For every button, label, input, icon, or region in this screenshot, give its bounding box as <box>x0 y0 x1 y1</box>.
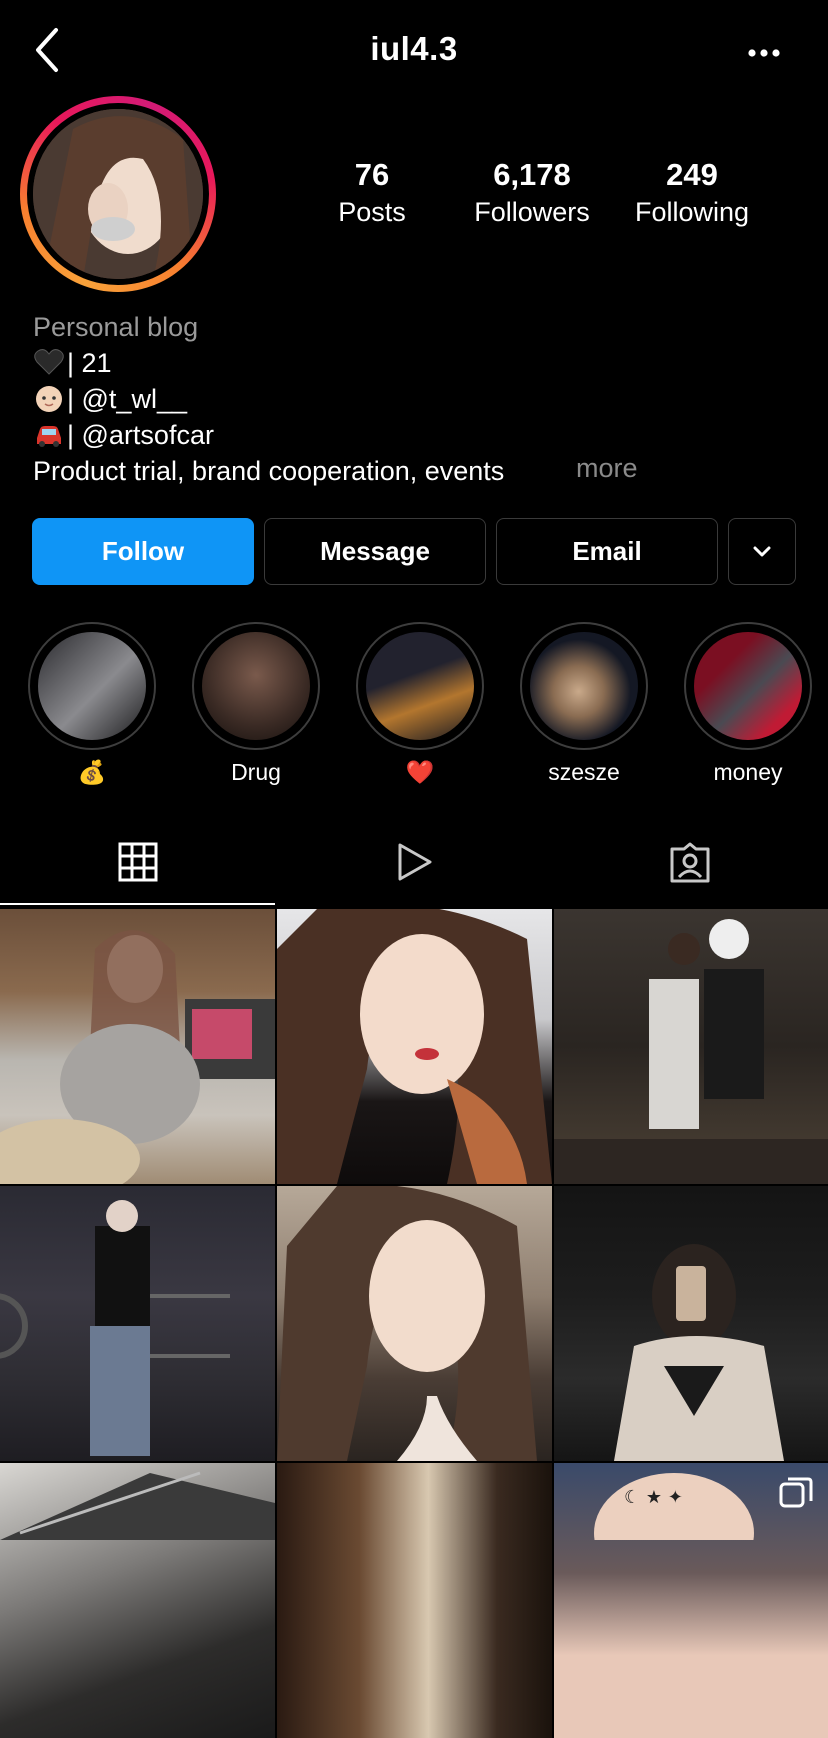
post-5[interactable] <box>277 1186 552 1461</box>
post-1[interactable] <box>0 909 275 1184</box>
highlight-1-label: 💰 <box>77 759 107 785</box>
more-options-button[interactable] <box>744 38 784 68</box>
highlight-2-label: Drug <box>231 759 281 785</box>
svg-text:☾ ★ ✦: ☾ ★ ✦ <box>624 1487 683 1508</box>
highlight-4-label: szesze <box>548 759 620 785</box>
following-stat[interactable]: 249 Following <box>617 156 767 230</box>
baby-face-icon <box>36 386 62 412</box>
highlight-3[interactable] <box>356 622 484 750</box>
bio-line-partner: | @t_wl__ <box>33 381 187 417</box>
post-4-photo <box>0 1200 230 1456</box>
post-9[interactable]: ☾ ★ ✦ <box>554 1463 828 1738</box>
message-button[interactable]: Message <box>264 518 486 585</box>
post-5-photo <box>277 1186 537 1461</box>
highlight-3-label: ❤️ <box>405 759 435 785</box>
highlight-5-label: money <box>713 759 783 785</box>
highlight-4-cover <box>530 632 638 740</box>
bio-description: Product trial, brand cooperation, events <box>33 456 505 486</box>
tagged-person-icon <box>670 842 710 883</box>
tab-reels[interactable] <box>394 841 434 888</box>
email-button[interactable]: Email <box>496 518 718 585</box>
followers-stat[interactable]: 6,178 Followers <box>457 156 607 230</box>
highlight-4[interactable] <box>520 622 648 750</box>
post-6-photo <box>614 1244 784 1461</box>
post-3[interactable] <box>554 909 828 1184</box>
highlight-1[interactable] <box>28 622 156 750</box>
chevron-down-icon <box>753 546 771 556</box>
active-tab-indicator <box>0 903 275 905</box>
bio-line-age: | 21 <box>33 345 112 381</box>
follow-button[interactable]: Follow <box>32 518 254 585</box>
avatar-photo <box>33 109 203 279</box>
multiple-photos-icon <box>779 1477 813 1508</box>
more-horizontal-icon <box>748 49 780 57</box>
bio-more-link[interactable]: more <box>576 453 638 484</box>
highlight-5-cover <box>694 632 802 740</box>
highlight-2-cover <box>202 632 310 740</box>
highlight-2[interactable] <box>192 622 320 750</box>
post-7-photo <box>0 1471 275 1540</box>
post-8[interactable] <box>277 1463 552 1738</box>
bio-category: Personal blog <box>33 312 199 342</box>
post-7[interactable] <box>0 1463 275 1738</box>
profile-avatar[interactable] <box>33 109 203 279</box>
tab-posts-grid[interactable] <box>118 842 158 887</box>
play-icon <box>398 843 432 881</box>
post-4[interactable] <box>0 1186 275 1461</box>
post-1-photo <box>0 930 275 1184</box>
posts-stat[interactable]: 76 Posts <box>297 156 447 230</box>
car-icon <box>37 426 61 447</box>
post-2-photo <box>277 909 552 1184</box>
grid-icon <box>118 842 158 882</box>
tab-tagged[interactable] <box>668 841 712 890</box>
highlight-5[interactable] <box>684 622 812 750</box>
post-3-photo <box>554 919 828 1184</box>
profile-username-title: iul4.3 <box>370 30 458 67</box>
partner-mention-link[interactable]: | @t_wl__ <box>67 384 187 414</box>
highlight-1-cover <box>38 632 146 740</box>
car-mention-link[interactable]: | @artsofcar <box>67 420 214 450</box>
black-heart-icon <box>34 349 64 375</box>
post-2[interactable] <box>277 909 552 1184</box>
suggested-accounts-button[interactable] <box>728 518 796 585</box>
bio-line-car: | @artsofcar <box>33 417 214 453</box>
highlight-3-cover <box>366 632 474 740</box>
post-6[interactable] <box>554 1186 828 1461</box>
